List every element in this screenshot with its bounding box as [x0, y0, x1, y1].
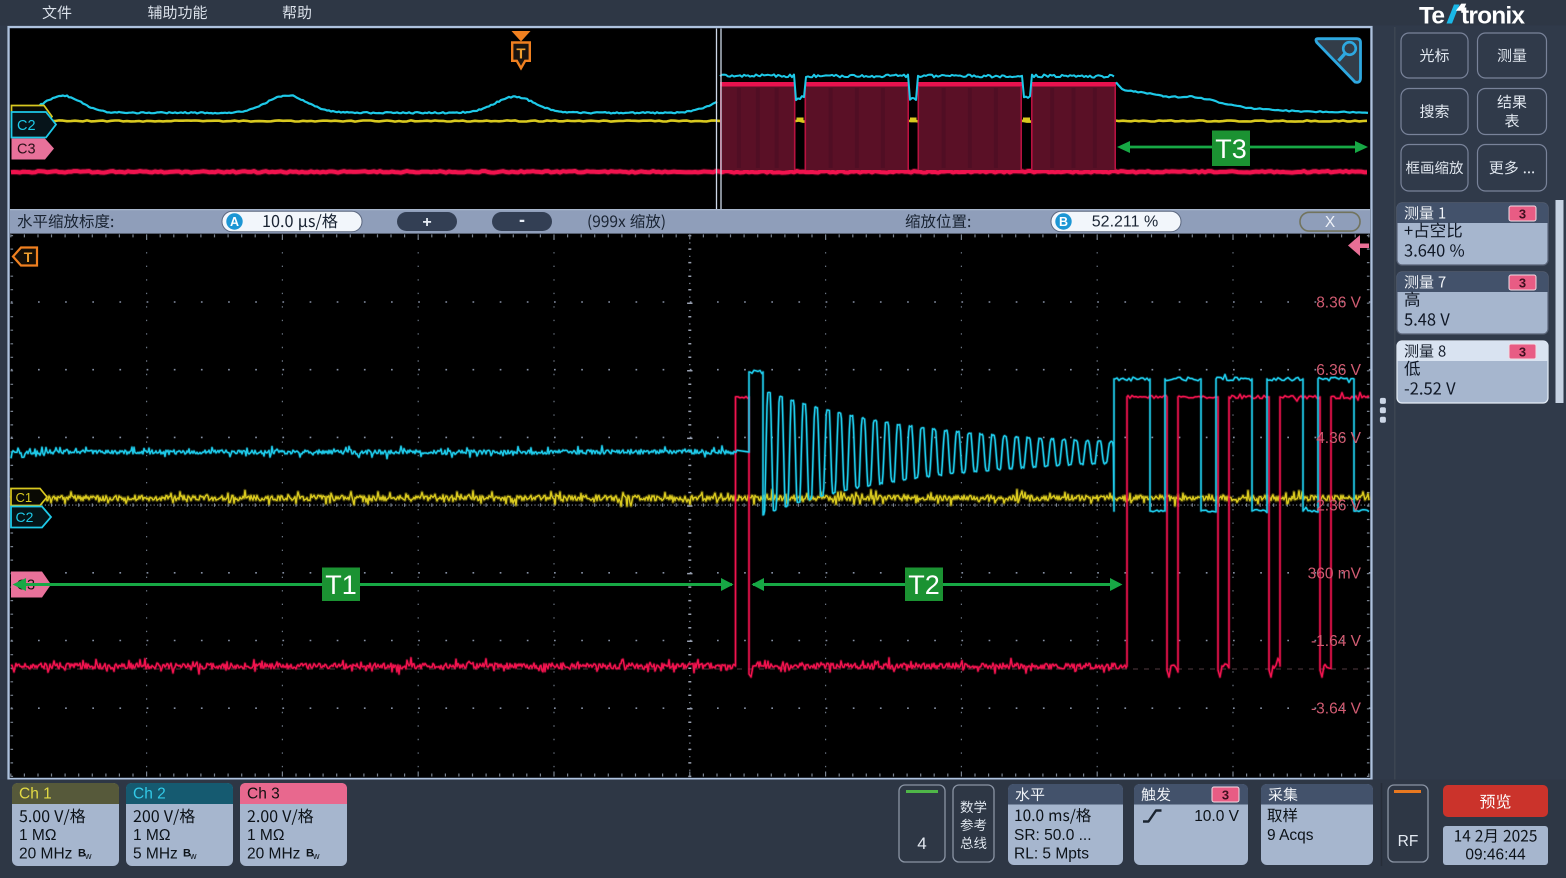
svg-text:20 MHz: 20 MHz	[19, 846, 72, 863]
svg-text:3: 3	[1519, 276, 1526, 291]
svg-text:RL: 5 Mpts: RL: 5 Mpts	[1014, 846, 1089, 863]
svg-text:SR: 50.0 ...: SR: 50.0 ...	[1014, 827, 1092, 844]
svg-text:3: 3	[1222, 788, 1229, 803]
svg-text:4.36 V: 4.36 V	[1316, 430, 1361, 447]
svg-text:tronix: tronix	[1461, 3, 1525, 30]
svg-text:Te: Te	[1419, 3, 1444, 30]
svg-text:4: 4	[917, 834, 926, 853]
svg-text:T3: T3	[1215, 134, 1247, 164]
svg-text:T: T	[516, 46, 525, 63]
svg-text:+: +	[422, 214, 431, 231]
svg-text:Ch 2: Ch 2	[133, 786, 166, 803]
svg-text:1 MΩ: 1 MΩ	[247, 827, 284, 844]
svg-text:T1: T1	[325, 570, 357, 600]
svg-text:-: -	[519, 210, 525, 230]
svg-text:3: 3	[1519, 207, 1526, 222]
svg-text:6.36 V: 6.36 V	[1316, 362, 1361, 379]
svg-text:Ch 3: Ch 3	[247, 786, 280, 803]
svg-text:B: B	[1059, 215, 1068, 229]
svg-text:5 MHz: 5 MHz	[133, 846, 178, 863]
svg-text:C3: C3	[17, 142, 36, 158]
svg-text:10.0 V: 10.0 V	[1194, 808, 1239, 825]
svg-text:9 Acqs: 9 Acqs	[1267, 827, 1314, 844]
svg-text:09:46:44: 09:46:44	[1465, 847, 1526, 864]
svg-text:C1: C1	[16, 490, 33, 505]
svg-text:T2: T2	[908, 570, 940, 600]
svg-text:8.36 V: 8.36 V	[1316, 295, 1361, 312]
svg-text:1 MΩ: 1 MΩ	[133, 827, 170, 844]
svg-text:X: X	[1325, 214, 1336, 231]
svg-text:2.36 V: 2.36 V	[1316, 498, 1361, 515]
svg-text:w: w	[312, 851, 320, 861]
svg-text:Ch 1: Ch 1	[19, 786, 52, 803]
svg-text:52.211 %: 52.211 %	[1092, 214, 1158, 231]
svg-text:T: T	[24, 249, 33, 265]
svg-text:3: 3	[1519, 345, 1526, 360]
svg-text:-3.64 V: -3.64 V	[1311, 701, 1362, 718]
svg-text:w: w	[84, 851, 92, 861]
svg-text:20 MHz: 20 MHz	[247, 846, 300, 863]
svg-text:-1.64 V: -1.64 V	[1311, 633, 1362, 650]
svg-text:w: w	[189, 851, 197, 861]
svg-text:1 MΩ: 1 MΩ	[19, 827, 56, 844]
svg-text:C2: C2	[16, 509, 34, 525]
svg-text:A: A	[230, 215, 239, 229]
svg-text:C2: C2	[17, 118, 36, 134]
svg-text:360 mV: 360 mV	[1308, 565, 1362, 582]
svg-text:RF: RF	[1398, 833, 1419, 850]
